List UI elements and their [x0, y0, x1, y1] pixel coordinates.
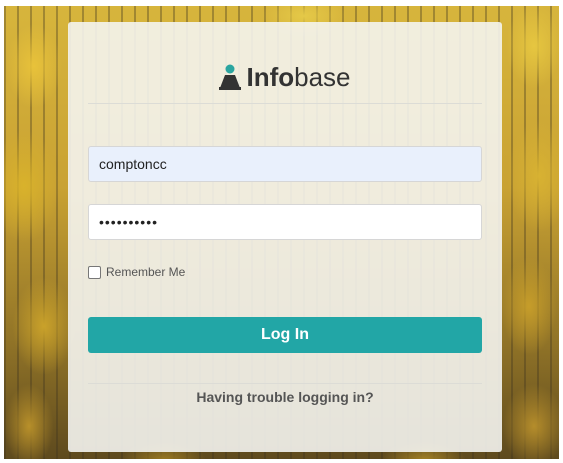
- trouble-logging-in-link[interactable]: Having trouble logging in?: [68, 389, 502, 405]
- username-input[interactable]: [88, 146, 482, 182]
- logo-text-bold: Info: [246, 62, 295, 92]
- person-icon: [219, 64, 242, 96]
- remember-me-label: Remember Me: [106, 265, 186, 279]
- password-input[interactable]: [88, 204, 482, 240]
- page: Infobase Remember Me Log In Having troub…: [0, 0, 563, 463]
- logo-text-light: base: [294, 62, 351, 92]
- infobase-logo: Infobase: [68, 62, 502, 96]
- remember-me-option[interactable]: Remember Me: [88, 264, 185, 280]
- login-card: Infobase Remember Me Log In Having troub…: [68, 22, 502, 452]
- bottom-divider: [88, 383, 482, 384]
- remember-me-checkbox[interactable]: [88, 265, 101, 279]
- top-divider: [88, 103, 482, 104]
- login-button[interactable]: Log In: [88, 317, 482, 353]
